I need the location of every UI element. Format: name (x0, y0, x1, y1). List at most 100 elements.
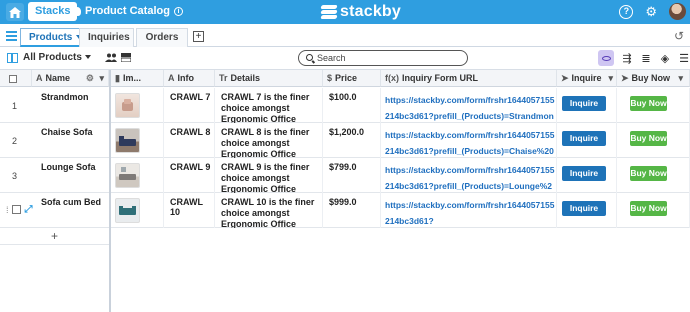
data-grid: A Name ⚙ ▾ ▮ Im... A Info Tr Details $ Price … (0, 70, 690, 312)
product-thumbnail[interactable] (115, 128, 140, 153)
sort-icon[interactable]: ☰ (678, 52, 690, 65)
row-number: 1 (12, 101, 18, 111)
details-cell[interactable]: CRAWL 10 is the finer choice amongst Erg… (215, 193, 323, 228)
settings-icon[interactable]: ⚙ (86, 70, 94, 86)
buy-now-button[interactable]: Buy Now (630, 96, 667, 111)
price-cell[interactable]: $1,200.0 (323, 123, 381, 158)
inquire-now-button[interactable]: Inquire Now (562, 166, 606, 193)
info-cell[interactable]: CRAWL 8 (164, 123, 215, 158)
buy-now-button[interactable]: Buy Now (630, 131, 667, 146)
info-cell[interactable]: CRAWL 7 (164, 88, 215, 123)
chevron-down-icon[interactable]: ▾ (678, 70, 683, 86)
group-icon[interactable]: ≣ (640, 52, 652, 65)
column-header-details[interactable]: Tr Details (215, 70, 323, 87)
column-header-price[interactable]: $ Price (323, 70, 381, 87)
select-all-header (0, 70, 32, 87)
buy-now-button[interactable]: Buy Now (630, 166, 667, 181)
tab-inquiries[interactable]: Inquiries (79, 28, 134, 47)
buy-cell: Buy Now (617, 193, 690, 228)
price-value: $1,200.0 (329, 127, 365, 137)
collaborators-icon[interactable] (105, 53, 117, 65)
stacks-button[interactable]: Stacks (28, 2, 78, 21)
formula-icon: f(x) (385, 73, 399, 83)
buy-now-button[interactable]: Buy Now (630, 201, 667, 216)
product-thumbnail[interactable] (115, 198, 140, 223)
settings-icon[interactable]: ⚙ (645, 4, 657, 19)
image-cell[interactable] (111, 123, 164, 158)
row-number: 2 (12, 136, 18, 146)
url-cell[interactable]: https://stackby.com/form/frshr1644057155… (381, 88, 557, 123)
select-all-checkbox[interactable] (9, 74, 17, 83)
inquiry-url-link[interactable]: https://stackby.com/form/frshr1644057155… (385, 162, 555, 193)
product-name[interactable]: Lounge Sofa (41, 162, 96, 172)
column-header-image[interactable]: ▮ Im... (111, 70, 164, 87)
table-row[interactable]: 1 Strandmon CRAWL 7 CRAWL 7 is the finer… (0, 88, 690, 123)
drag-handle-icon[interactable]: ⁞ (6, 205, 8, 215)
url-cell[interactable]: https://stackby.com/form/frshr1644057155… (381, 193, 557, 228)
info-value: CRAWL 7 (170, 92, 211, 102)
url-cell[interactable]: https://stackby.com/form/frshr1644057155… (381, 123, 557, 158)
chevron-down-icon[interactable]: ▾ (608, 70, 613, 86)
hide-fields-icon[interactable] (598, 50, 614, 66)
product-thumbnail[interactable] (115, 93, 140, 118)
currency-icon: $ (327, 73, 333, 83)
details-cell[interactable]: CRAWL 7 is the finer choice amongst Ergo… (215, 88, 323, 123)
inquiry-url-link[interactable]: https://stackby.com/form/frshr1644057155… (385, 127, 555, 158)
view-switcher[interactable]: All Products (23, 52, 91, 63)
top-bar: Stacks Product Catalog i stackby ? ⚙ (0, 0, 690, 24)
inquiry-url-link[interactable]: https://stackby.com/form/frshr1644057155… (385, 197, 555, 228)
info-value: CRAWL 8 (170, 127, 211, 137)
column-label: Buy Now (631, 73, 671, 83)
table-row[interactable]: 3 Lounge Sofa CRAWL 9 CRAWL 9 is the fin… (0, 158, 690, 193)
row-number: 3 (12, 171, 18, 181)
menu-icon[interactable] (6, 31, 17, 43)
price-cell[interactable]: $999.0 (323, 193, 381, 228)
details-cell[interactable]: CRAWL 9 is the finer choice amongst Ergo… (215, 158, 323, 193)
expand-row-icon[interactable]: ⤢ (25, 204, 33, 215)
chevron-down-icon[interactable]: ▾ (99, 70, 104, 86)
table-row[interactable]: ⁞ ⤢ Sofa cum Bed CRAWL 10 CRAWL 10 is th… (0, 193, 690, 228)
url-cell[interactable]: https://stackby.com/form/frshr1644057155… (381, 158, 557, 193)
view-label: All Products (23, 52, 82, 63)
inquire-now-button[interactable]: Inquire Now (562, 96, 606, 123)
stack-title[interactable]: Product Catalog i (74, 5, 183, 17)
price-cell[interactable]: $799.0 (323, 158, 381, 193)
row-height-icon[interactable] (120, 53, 132, 65)
brand-name: stackby (340, 3, 401, 20)
filter-icon[interactable]: ⇶ (621, 52, 633, 65)
grid-view-icon (7, 53, 18, 63)
product-name[interactable]: Strandmon (41, 92, 89, 102)
image-cell[interactable] (111, 193, 164, 228)
avatar[interactable] (669, 3, 686, 20)
info-cell[interactable]: CRAWL 9 (164, 158, 215, 193)
column-header-name[interactable]: A Name ⚙ ▾ (32, 70, 109, 87)
color-icon[interactable]: ◈ (659, 52, 671, 65)
info-cell[interactable]: CRAWL 10 (164, 193, 215, 228)
brand-logo: stackby (320, 3, 401, 21)
table-row[interactable]: 2 Chaise Sofa CRAWL 8 CRAWL 8 is the fin… (0, 123, 690, 158)
details-cell[interactable]: CRAWL 8 is the finer choice amongst Ergo… (215, 123, 323, 158)
inquiry-url-link[interactable]: https://stackby.com/form/frshr1644057155… (385, 92, 555, 123)
row-checkbox[interactable] (11, 205, 21, 214)
product-name[interactable]: Chaise Sofa (41, 127, 93, 137)
column-header-url[interactable]: f(x) Inquiry Form URL (381, 70, 557, 87)
product-name[interactable]: Sofa cum Bed (41, 197, 101, 207)
price-cell[interactable]: $100.0 (323, 88, 381, 123)
product-thumbnail[interactable] (115, 163, 140, 188)
tab-orders[interactable]: Orders (136, 28, 188, 47)
inquire-now-button[interactable]: Inquire Now (562, 131, 606, 158)
image-cell[interactable] (111, 158, 164, 193)
history-icon[interactable]: ↺ (674, 29, 684, 43)
add-tab-button[interactable]: + (193, 31, 204, 42)
column-header-inquire[interactable]: ➤ Inquire ▾ (557, 70, 617, 87)
home-icon[interactable] (6, 3, 24, 21)
inquire-now-button[interactable]: Inquire Now (562, 201, 606, 228)
info-icon[interactable]: i (173, 6, 183, 16)
column-header-buy[interactable]: ➤ Buy Now ▾ (617, 70, 690, 87)
help-icon[interactable]: ? (619, 4, 634, 19)
image-cell[interactable] (111, 88, 164, 123)
search-input[interactable]: Search (298, 50, 468, 66)
column-header-info[interactable]: A Info (164, 70, 215, 87)
table-tabs-bar: Products Inquiries Orders + ↺ (0, 24, 690, 47)
add-row-button[interactable]: + (0, 228, 109, 245)
